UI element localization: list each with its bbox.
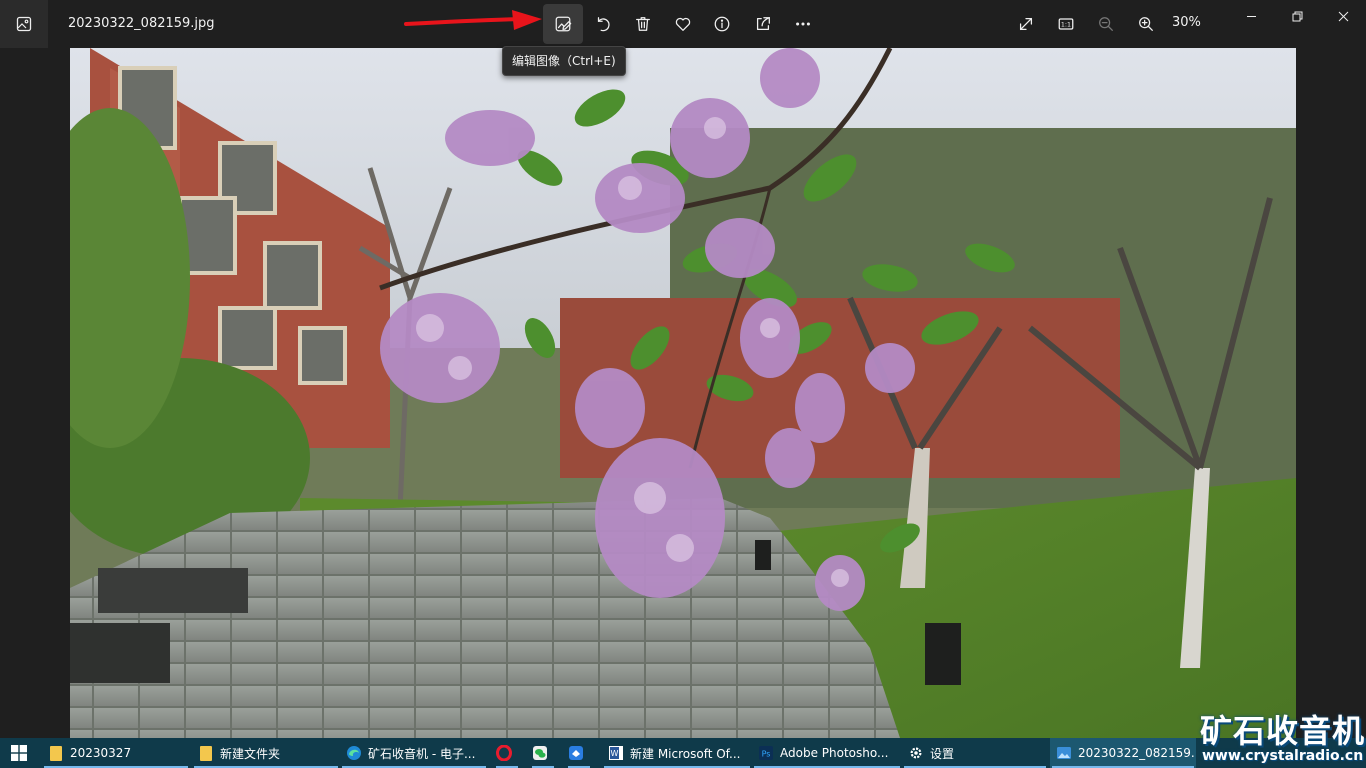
watermark-url: www.crystalradio.cn (1202, 748, 1364, 764)
actual-size-icon: 1:1 (1058, 18, 1074, 30)
close-icon (1338, 11, 1348, 21)
rotate-button[interactable] (583, 4, 623, 44)
full-screen-button[interactable] (1006, 4, 1046, 44)
folder-icon (48, 745, 64, 761)
taskbar: 20230327 新建文件夹 矿石收音机 - 电子... W 新建 Micros… (0, 738, 1366, 768)
site-watermark: 矿石收音机 www.crystalradio.cn (1196, 706, 1366, 768)
lilac-photo (70, 48, 1296, 738)
svg-text:Ps: Ps (762, 750, 771, 759)
minimize-button[interactable] (1228, 0, 1274, 32)
taskbar-item-feishu[interactable] (562, 738, 596, 768)
photos-app-icon[interactable] (0, 0, 48, 48)
start-button[interactable] (0, 738, 38, 768)
restore-icon (1292, 11, 1302, 21)
image-icon (16, 16, 32, 32)
taskbar-item-new-folder[interactable]: 新建文件夹 (192, 738, 340, 768)
favorite-button[interactable] (663, 4, 703, 44)
taskbar-item-photoshop[interactable]: Ps Adobe Photosho... (752, 738, 902, 768)
info-icon (714, 16, 730, 32)
zoom-out-button[interactable] (1086, 4, 1126, 44)
taskbar-item-wechat[interactable] (526, 738, 560, 768)
close-button[interactable] (1320, 0, 1366, 32)
file-name: 20230322_082159.jpg (68, 16, 215, 31)
expand-icon (1019, 17, 1033, 31)
photo-viewer-image[interactable] (70, 48, 1296, 738)
svg-text:1:1: 1:1 (1061, 22, 1071, 29)
zoom-in-icon (1139, 17, 1153, 31)
edit-image-button[interactable] (543, 4, 583, 44)
maximize-button[interactable] (1274, 0, 1320, 32)
taskbar-item-edge[interactable]: 矿石收音机 - 电子... (340, 738, 488, 768)
red-arrow-annotation (404, 10, 542, 30)
taskbar-item-photos[interactable]: 20230322_082159.... (1050, 738, 1196, 768)
edge-icon (346, 745, 362, 761)
edit-image-icon (555, 16, 572, 32)
actual-size-button[interactable]: 1:1 (1046, 4, 1086, 44)
share-icon (756, 17, 770, 31)
photoshop-icon: Ps (758, 745, 774, 761)
zoom-level[interactable]: 30% (1172, 15, 1201, 30)
title-bar: 20230322_082159.jpg 1:1 30% (0, 0, 1366, 48)
minimize-icon (1246, 15, 1256, 17)
share-button[interactable] (743, 4, 783, 44)
photos-icon (1056, 745, 1072, 761)
edit-image-tooltip: 编辑图像（Ctrl+E) (502, 46, 626, 76)
taskbar-item-word[interactable]: W 新建 Microsoft Of... (602, 738, 752, 768)
svg-text:W: W (611, 749, 619, 758)
more-button[interactable] (783, 4, 823, 44)
zoom-out-icon (1099, 17, 1113, 31)
trash-icon (636, 17, 650, 31)
feishu-icon (568, 745, 584, 761)
info-button[interactable] (702, 4, 742, 44)
opera-icon (496, 745, 512, 761)
wechat-icon (532, 745, 548, 761)
rotate-icon (597, 17, 610, 32)
delete-button[interactable] (623, 4, 663, 44)
folder-icon (198, 745, 214, 761)
taskbar-item-folder-20230327[interactable]: 20230327 (42, 738, 190, 768)
more-icon (796, 22, 810, 26)
watermark-title: 矿石收音机 (1200, 712, 1366, 750)
settings-icon (908, 745, 924, 761)
windows-logo-icon (11, 745, 27, 761)
taskbar-item-settings[interactable]: 设置 (902, 738, 1048, 768)
zoom-in-button[interactable] (1126, 4, 1166, 44)
heart-icon (675, 17, 691, 31)
taskbar-item-opera[interactable] (490, 738, 524, 768)
word-icon: W (608, 745, 624, 761)
